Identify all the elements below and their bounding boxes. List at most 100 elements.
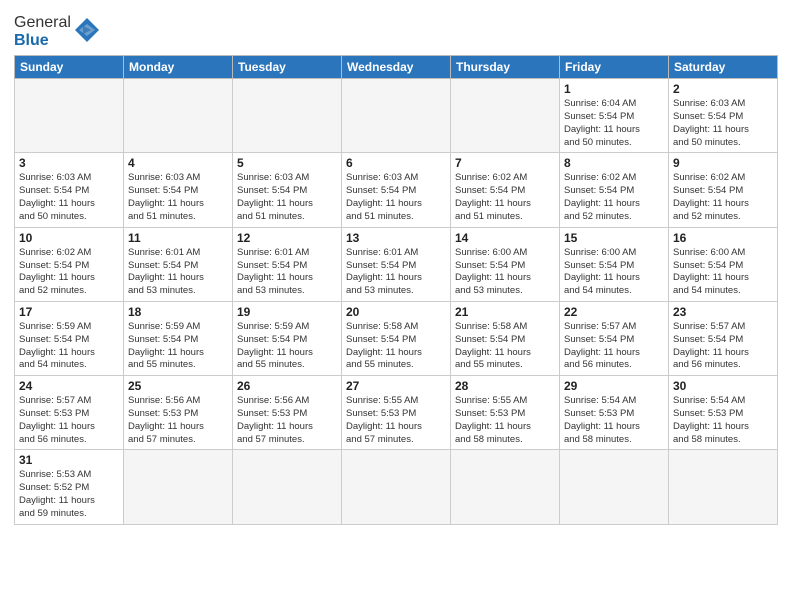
- day-info: Sunrise: 6:03 AMSunset: 5:54 PMDaylight:…: [19, 172, 119, 223]
- day-info: Sunrise: 5:57 AMSunset: 5:53 PMDaylight:…: [19, 395, 119, 446]
- day-number: 8: [564, 156, 664, 170]
- day-number: 5: [237, 156, 337, 170]
- weekday-header-sunday: Sunday: [15, 56, 124, 79]
- calendar-week-4: 17Sunrise: 5:59 AMSunset: 5:54 PMDayligh…: [15, 301, 778, 375]
- day-number: 10: [19, 231, 119, 245]
- calendar-cell: 29 Sunrise: 5:54 AMSunset: 5:53 PMDayligh…: [560, 376, 669, 450]
- day-number: 23: [673, 305, 773, 319]
- calendar-week-3: 10 Sunrise: 6:02 AMSunset: 5:54 PMDayligh…: [15, 227, 778, 301]
- calendar-cell: [342, 450, 451, 524]
- day-info: Sunrise: 6:02 AMSunset: 5:54 PMDaylight:…: [673, 172, 773, 223]
- day-info: Sunrise: 5:57 AMSunset: 5:54 PMDaylight:…: [673, 321, 773, 372]
- calendar-cell: 1 Sunrise: 6:04 AMSunset: 5:54 PMDaylight…: [560, 79, 669, 153]
- day-number: 18: [128, 305, 228, 319]
- day-number: 2: [673, 82, 773, 96]
- day-number: 28: [455, 379, 555, 393]
- header: General Blue: [14, 10, 778, 49]
- calendar-cell: 11Sunrise: 6:01 AMSunset: 5:54 PMDayligh…: [124, 227, 233, 301]
- day-number: 7: [455, 156, 555, 170]
- day-info: Sunrise: 5:58 AMSunset: 5:54 PMDaylight:…: [455, 321, 555, 372]
- logo-general: General: [14, 14, 71, 31]
- day-info: Sunrise: 5:56 AMSunset: 5:53 PMDaylight:…: [237, 395, 337, 446]
- weekday-header-thursday: Thursday: [451, 56, 560, 79]
- weekday-header-saturday: Saturday: [669, 56, 778, 79]
- day-number: 14: [455, 231, 555, 245]
- calendar-table: SundayMondayTuesdayWednesdayThursdayFrid…: [14, 55, 778, 525]
- day-info: Sunrise: 6:01 AMSunset: 5:54 PMDaylight:…: [237, 247, 337, 298]
- calendar-cell: [560, 450, 669, 524]
- day-number: 11: [128, 231, 228, 245]
- day-info: Sunrise: 6:02 AMSunset: 5:54 PMDaylight:…: [564, 172, 664, 223]
- day-info: Sunrise: 5:54 AMSunset: 5:53 PMDaylight:…: [673, 395, 773, 446]
- day-info: Sunrise: 6:00 AMSunset: 5:54 PMDaylight:…: [564, 247, 664, 298]
- calendar-cell: [342, 79, 451, 153]
- calendar-cell: 8 Sunrise: 6:02 AMSunset: 5:54 PMDaylight…: [560, 153, 669, 227]
- calendar-cell: [669, 450, 778, 524]
- calendar-cell: 9 Sunrise: 6:02 AMSunset: 5:54 PMDaylight…: [669, 153, 778, 227]
- calendar-cell: [233, 450, 342, 524]
- calendar-cell: 12 Sunrise: 6:01 AMSunset: 5:54 PMDayligh…: [233, 227, 342, 301]
- day-info: Sunrise: 6:00 AMSunset: 5:54 PMDaylight:…: [455, 247, 555, 298]
- day-info: Sunrise: 5:53 AMSunset: 5:52 PMDaylight:…: [19, 469, 119, 520]
- day-info: Sunrise: 5:59 AMSunset: 5:54 PMDaylight:…: [19, 321, 119, 372]
- calendar-cell: 31 Sunrise: 5:53 AMSunset: 5:52 PMDayligh…: [15, 450, 124, 524]
- day-number: 9: [673, 156, 773, 170]
- day-number: 31: [19, 453, 119, 467]
- day-number: 1: [564, 82, 664, 96]
- weekday-header-row: SundayMondayTuesdayWednesdayThursdayFrid…: [15, 56, 778, 79]
- calendar-cell: 7 Sunrise: 6:02 AMSunset: 5:54 PMDaylight…: [451, 153, 560, 227]
- day-info: Sunrise: 6:00 AMSunset: 5:54 PMDaylight:…: [673, 247, 773, 298]
- calendar-cell: 28 Sunrise: 5:55 AMSunset: 5:53 PMDayligh…: [451, 376, 560, 450]
- calendar-cell: [451, 79, 560, 153]
- calendar-cell: 19Sunrise: 5:59 AMSunset: 5:54 PMDayligh…: [233, 301, 342, 375]
- day-info: Sunrise: 6:03 AMSunset: 5:54 PMDaylight:…: [237, 172, 337, 223]
- calendar-cell: 18 Sunrise: 5:59 AMSunset: 5:54 PMDayligh…: [124, 301, 233, 375]
- day-info: Sunrise: 6:03 AMSunset: 5:54 PMDaylight:…: [128, 172, 228, 223]
- calendar-cell: [233, 79, 342, 153]
- weekday-header-tuesday: Tuesday: [233, 56, 342, 79]
- calendar-cell: 20 Sunrise: 5:58 AMSunset: 5:54 PMDayligh…: [342, 301, 451, 375]
- calendar-cell: 24Sunrise: 5:57 AMSunset: 5:53 PMDayligh…: [15, 376, 124, 450]
- calendar-cell: 27Sunrise: 5:55 AMSunset: 5:53 PMDayligh…: [342, 376, 451, 450]
- weekday-header-wednesday: Wednesday: [342, 56, 451, 79]
- day-number: 29: [564, 379, 664, 393]
- weekday-header-monday: Monday: [124, 56, 233, 79]
- day-info: Sunrise: 5:59 AMSunset: 5:54 PMDaylight:…: [237, 321, 337, 372]
- day-number: 12: [237, 231, 337, 245]
- day-info: Sunrise: 5:58 AMSunset: 5:54 PMDaylight:…: [346, 321, 446, 372]
- day-info: Sunrise: 6:02 AMSunset: 5:54 PMDaylight:…: [19, 247, 119, 298]
- calendar-page: General Blue SundayMondayTuesdayWednesda…: [0, 0, 792, 612]
- day-number: 16: [673, 231, 773, 245]
- calendar-cell: 21Sunrise: 5:58 AMSunset: 5:54 PMDayligh…: [451, 301, 560, 375]
- day-number: 20: [346, 305, 446, 319]
- day-number: 4: [128, 156, 228, 170]
- day-number: 13: [346, 231, 446, 245]
- calendar-cell: [15, 79, 124, 153]
- calendar-cell: 23 Sunrise: 5:57 AMSunset: 5:54 PMDayligh…: [669, 301, 778, 375]
- logo-blue: Blue: [14, 32, 49, 49]
- day-number: 15: [564, 231, 664, 245]
- calendar-cell: 3 Sunrise: 6:03 AMSunset: 5:54 PMDaylight…: [15, 153, 124, 227]
- calendar-cell: 16 Sunrise: 6:00 AMSunset: 5:54 PMDayligh…: [669, 227, 778, 301]
- calendar-cell: 22Sunrise: 5:57 AMSunset: 5:54 PMDayligh…: [560, 301, 669, 375]
- calendar-cell: 4 Sunrise: 6:03 AMSunset: 5:54 PMDaylight…: [124, 153, 233, 227]
- day-info: Sunrise: 5:55 AMSunset: 5:53 PMDaylight:…: [455, 395, 555, 446]
- day-number: 22: [564, 305, 664, 319]
- calendar-cell: 14 Sunrise: 6:00 AMSunset: 5:54 PMDayligh…: [451, 227, 560, 301]
- day-info: Sunrise: 5:59 AMSunset: 5:54 PMDaylight:…: [128, 321, 228, 372]
- day-number: 3: [19, 156, 119, 170]
- day-info: Sunrise: 6:02 AMSunset: 5:54 PMDaylight:…: [455, 172, 555, 223]
- logo-area: General Blue: [14, 14, 101, 49]
- day-info: Sunrise: 6:04 AMSunset: 5:54 PMDaylight:…: [564, 98, 664, 149]
- calendar-week-1: 1 Sunrise: 6:04 AMSunset: 5:54 PMDaylight…: [15, 79, 778, 153]
- day-info: Sunrise: 6:03 AMSunset: 5:54 PMDaylight:…: [673, 98, 773, 149]
- day-info: Sunrise: 5:54 AMSunset: 5:53 PMDaylight:…: [564, 395, 664, 446]
- calendar-cell: 6Sunrise: 6:03 AMSunset: 5:54 PMDaylight…: [342, 153, 451, 227]
- weekday-header-friday: Friday: [560, 56, 669, 79]
- calendar-cell: 26Sunrise: 5:56 AMSunset: 5:53 PMDayligh…: [233, 376, 342, 450]
- day-number: 30: [673, 379, 773, 393]
- calendar-week-2: 3 Sunrise: 6:03 AMSunset: 5:54 PMDaylight…: [15, 153, 778, 227]
- calendar-cell: 17Sunrise: 5:59 AMSunset: 5:54 PMDayligh…: [15, 301, 124, 375]
- logo-text: General Blue: [14, 14, 71, 49]
- calendar-cell: 13Sunrise: 6:01 AMSunset: 5:54 PMDayligh…: [342, 227, 451, 301]
